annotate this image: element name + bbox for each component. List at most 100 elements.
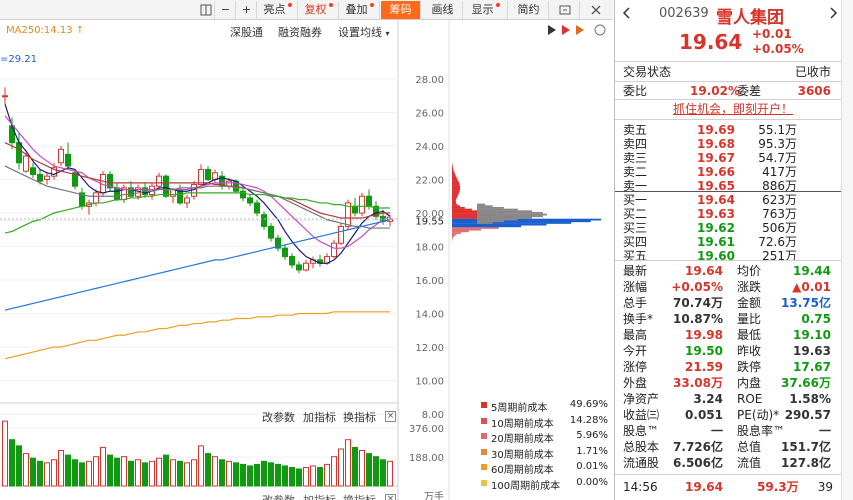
- order-diff-label: 委差: [737, 84, 762, 98]
- candle-body: [44, 175, 50, 180]
- status-row: 交易状态 已收市: [615, 64, 841, 80]
- volume-tick: 188.00: [409, 453, 444, 464]
- volume-bar: [170, 459, 176, 487]
- stat-value: 3.24: [693, 392, 723, 406]
- adjust-price-button[interactable]: 复权: [299, 1, 339, 19]
- volume-bar: [324, 463, 330, 487]
- candle-body: [93, 192, 99, 204]
- volume-bar: [177, 460, 183, 487]
- edit-params-button-2[interactable]: 改参数: [262, 492, 295, 500]
- volume-bar: [107, 454, 113, 487]
- stat-label: 最低: [737, 328, 762, 342]
- close-subpanel-icon[interactable]: ×: [385, 411, 396, 422]
- close-subpanel-icon-2[interactable]: ×: [385, 494, 396, 500]
- legend-value: 5.96%: [576, 430, 608, 441]
- price-tick: 24.00: [415, 142, 444, 153]
- stat-value: 21.59: [685, 360, 723, 374]
- stat-label: 股息率™: [737, 424, 786, 438]
- chip-gray-bar: [477, 205, 493, 208]
- display-button[interactable]: 显示: [464, 1, 508, 19]
- volume-bar: [226, 460, 232, 487]
- candle-body: [184, 197, 190, 204]
- close-icon[interactable]: [581, 1, 611, 19]
- tick-time: 14:56: [623, 480, 658, 494]
- quote-panel: 002639 雪人集团 19.64 +0.01 +0.05% 交易状态 已收市 …: [614, 0, 853, 500]
- stat-value: 37.66万: [781, 376, 831, 390]
- price-tick: 22.00: [415, 176, 444, 187]
- play-icon: [548, 25, 556, 35]
- add-indicator-button-2[interactable]: 加指标: [303, 492, 336, 500]
- chip-bar: [452, 223, 547, 226]
- chip-distribution-button[interactable]: 筹码: [381, 1, 421, 19]
- candle-body: [338, 225, 344, 244]
- volume-bar: [135, 459, 141, 487]
- overlay-button[interactable]: 叠加: [340, 1, 380, 19]
- volume-bar: [212, 456, 218, 487]
- chip-bar: [452, 220, 591, 223]
- expand-icon[interactable]: [550, 1, 580, 19]
- stat-value: 17.67: [793, 360, 831, 374]
- stat-label: 外盘: [623, 376, 648, 390]
- chip-gray-bar: [477, 203, 486, 206]
- stat-label: 流通股: [623, 456, 660, 470]
- volume-tick: 376.00: [409, 424, 444, 435]
- switch-indicator-button[interactable]: 换指标: [343, 409, 376, 425]
- volume-bar: [331, 456, 337, 487]
- promo-link[interactable]: 抓住机会，即刻开户！: [615, 101, 841, 117]
- stat-row: 总股本 7.726亿 总值 151.7亿: [615, 439, 841, 455]
- stat-row: 涨幅 +0.05% 涨跌 ▲0.01: [615, 279, 841, 295]
- simple-mode-button[interactable]: 简约: [509, 1, 549, 19]
- chip-legend-item: 30周期前成本 1.71%: [478, 446, 610, 461]
- chip-legend-item: 60周期前成本 0.01%: [478, 461, 610, 476]
- layout-icon[interactable]: [197, 1, 215, 19]
- chip-bar: [452, 170, 454, 172]
- candle-body: [23, 155, 29, 172]
- stat-label: 内盘: [737, 376, 762, 390]
- edit-params-button[interactable]: 改参数: [262, 409, 295, 425]
- chip-bar: [452, 191, 460, 194]
- volume-tick: 万手: [424, 490, 444, 500]
- zoom-in-button[interactable]: +: [237, 1, 257, 19]
- stat-label: 收益㈢: [623, 408, 660, 422]
- candle-body: [352, 205, 358, 214]
- volume-bar: [149, 460, 155, 487]
- stat-label: 金额: [737, 296, 762, 310]
- volume-bar: [345, 439, 351, 487]
- volume-bar: [380, 459, 386, 487]
- chip-bar: [452, 203, 458, 206]
- chip-tool-icons[interactable]: [546, 23, 610, 40]
- tick-price: 19.64: [685, 480, 723, 494]
- candle-body: [331, 242, 337, 258]
- switch-indicator-button-2[interactable]: 换指标: [343, 492, 376, 500]
- volume-bar: [352, 446, 358, 487]
- ma-line-ma120: [4, 219, 391, 311]
- chip-bar: [452, 227, 499, 229]
- chip-bar: [452, 201, 457, 204]
- candle-body: [268, 225, 274, 239]
- prev-stock-icon[interactable]: [621, 6, 631, 23]
- chip-bar: [452, 210, 482, 213]
- tick-count: 39: [817, 480, 833, 494]
- chip-legend-item: 100周期前成本 0.00%: [478, 477, 610, 492]
- legend-swatch: [481, 448, 487, 455]
- tick-row: 14:56 19.64 59.3万 39: [615, 479, 841, 495]
- chart-area[interactable]: MA250:14.13 ↑ =29.21 深股通 融资融券 设置均线 ▾ 28.…: [0, 20, 613, 500]
- stat-row: 净资产 3.24 ROE 1.58%: [615, 391, 841, 407]
- zoom-out-button[interactable]: −: [216, 1, 236, 19]
- side-scroll-strip[interactable]: [841, 0, 853, 500]
- price-tick: 28.00: [415, 75, 444, 86]
- volume-bar: [142, 462, 148, 487]
- ma-line-ma5: [4, 103, 391, 264]
- promo-text[interactable]: 抓住机会，即刻开户！: [673, 101, 793, 117]
- chip-gray-bar: [477, 217, 533, 219]
- legend-label: 10周期前成本: [491, 418, 554, 430]
- last-price: 19.64: [679, 30, 743, 54]
- candle-body: [2, 95, 8, 98]
- tick-volume: 59.3万: [757, 480, 799, 494]
- next-stock-icon[interactable]: [829, 6, 839, 23]
- stat-label: 总手: [623, 296, 648, 310]
- draw-line-button[interactable]: 画线: [423, 1, 463, 19]
- candle-body: [359, 195, 365, 214]
- highlight-button[interactable]: 亮点: [258, 1, 298, 19]
- add-indicator-button[interactable]: 加指标: [303, 409, 336, 425]
